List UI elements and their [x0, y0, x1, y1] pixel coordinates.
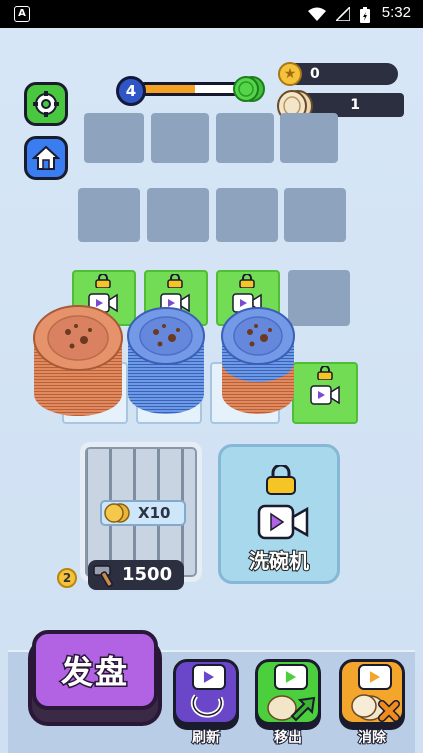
- signal-icon: [336, 7, 350, 21]
- video-icon: [310, 385, 340, 405]
- clear-button[interactable]: [339, 659, 405, 725]
- refresh-icon: [190, 694, 224, 718]
- lock-icon: [317, 366, 333, 380]
- slot[interactable]: [78, 188, 140, 242]
- goal-plates-icon: [233, 76, 265, 102]
- coin-stack-icon: [104, 503, 130, 523]
- slot[interactable]: [216, 113, 274, 163]
- rack-owned-count: 2: [57, 568, 77, 588]
- level-progress-fill: [141, 85, 196, 93]
- lock-icon: [167, 274, 183, 288]
- lock-icon: [266, 465, 296, 495]
- plate-stack-orange[interactable]: [32, 302, 124, 420]
- hammer-icon: [93, 565, 113, 588]
- move-out-label: 移出: [273, 729, 303, 747]
- deal-button-label: 发盘: [59, 652, 129, 693]
- slot[interactable]: [280, 113, 338, 163]
- slot[interactable]: [84, 113, 144, 163]
- slot[interactable]: [216, 188, 278, 242]
- slot[interactable]: [284, 188, 346, 242]
- status-bar: A 5:32: [0, 0, 423, 28]
- move-out-button[interactable]: [255, 659, 321, 725]
- refresh-label: 刷新: [191, 729, 221, 747]
- refresh-button[interactable]: [173, 659, 239, 725]
- level-badge: 4: [116, 76, 146, 106]
- dishwasher-label: 洗碗机: [248, 548, 310, 574]
- battery-icon: [360, 7, 370, 23]
- coin-icon: ★: [278, 62, 302, 86]
- deal-button-face: 发盘: [32, 630, 158, 710]
- move-out-icon: [267, 695, 316, 722]
- slot[interactable]: [147, 188, 209, 242]
- home-button[interactable]: [24, 136, 68, 180]
- wifi-icon: [308, 7, 326, 21]
- plate-stack-blue[interactable]: [126, 302, 206, 420]
- slot[interactable]: [288, 270, 350, 326]
- app-notification-icon: A: [14, 6, 30, 22]
- deal-plates-button[interactable]: 发盘: [32, 630, 158, 722]
- lock-icon: [239, 274, 255, 288]
- video-icon: [257, 504, 309, 540]
- clock: 5:32: [381, 4, 411, 21]
- clear-icon: [351, 694, 400, 722]
- slot[interactable]: [151, 113, 209, 163]
- unlock-video-prompt: [310, 366, 340, 406]
- plate-stack-mixed[interactable]: [220, 302, 296, 420]
- lock-icon: [95, 274, 111, 288]
- settings-icon: [33, 91, 59, 117]
- dishwasher-unlock[interactable]: 洗碗机: [218, 444, 340, 584]
- home-icon: [32, 145, 60, 170]
- settings-button[interactable]: [24, 82, 68, 126]
- video-icon: [192, 664, 226, 690]
- clear-label: 消除: [357, 729, 387, 747]
